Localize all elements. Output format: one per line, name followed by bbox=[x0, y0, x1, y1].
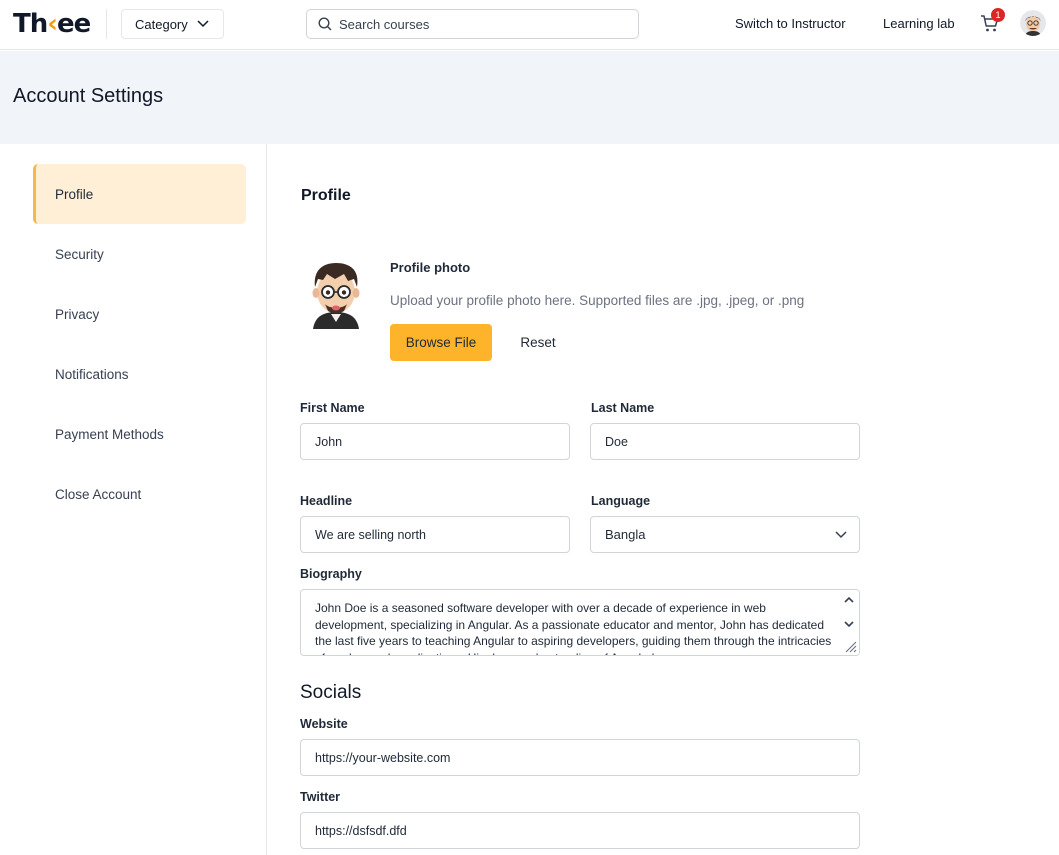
logo[interactable]: Th‹ee bbox=[13, 8, 91, 40]
switch-to-instructor-link[interactable]: Switch to Instructor bbox=[735, 16, 846, 31]
category-dropdown[interactable]: Category bbox=[121, 9, 224, 39]
biography-label: Biography bbox=[300, 567, 362, 581]
chevron-down-icon bbox=[197, 20, 209, 28]
biography-text: John Doe is a seasoned software develope… bbox=[315, 601, 832, 655]
language-label: Language bbox=[591, 494, 651, 508]
page-header: Account Settings bbox=[0, 51, 1059, 144]
logo-mark: ‹ bbox=[47, 9, 58, 39]
chevron-down-icon bbox=[835, 530, 847, 538]
learning-lab-link[interactable]: Learning lab bbox=[883, 16, 955, 31]
cart-count-badge: 1 bbox=[991, 8, 1005, 22]
resize-handle-icon[interactable] bbox=[843, 639, 857, 653]
settings-sidebar: Profile Security Privacy Notifications P… bbox=[0, 144, 267, 855]
sidebar-item-payment-methods[interactable]: Payment Methods bbox=[33, 404, 246, 464]
sidebar-item-security[interactable]: Security bbox=[33, 224, 246, 284]
first-name-input[interactable] bbox=[315, 434, 569, 449]
section-title: Profile bbox=[301, 187, 351, 204]
profile-panel: Profile Profile photo Upload your profil… bbox=[267, 144, 1059, 855]
browse-file-button[interactable]: Browse File bbox=[390, 324, 492, 361]
biography-textarea[interactable]: John Doe is a seasoned software develope… bbox=[300, 589, 860, 656]
search-input[interactable] bbox=[339, 16, 619, 32]
scroll-up-arrow-icon[interactable] bbox=[843, 594, 855, 606]
language-value: Bangla bbox=[605, 527, 646, 542]
profile-photo-label: Profile photo bbox=[390, 260, 471, 275]
last-name-label: Last Name bbox=[591, 401, 655, 415]
headline-input[interactable] bbox=[315, 527, 569, 542]
website-label: Website bbox=[300, 717, 348, 731]
page-title: Account Settings bbox=[13, 85, 164, 107]
last-name-input[interactable] bbox=[605, 434, 859, 449]
user-avatar[interactable] bbox=[1020, 10, 1046, 36]
language-select[interactable]: Bangla bbox=[590, 516, 860, 553]
profile-photo bbox=[312, 263, 360, 329]
sidebar-item-privacy[interactable]: Privacy bbox=[33, 284, 246, 344]
sidebar-item-profile[interactable]: Profile bbox=[33, 164, 246, 224]
website-field[interactable] bbox=[300, 739, 860, 776]
avatar-icon bbox=[1020, 10, 1046, 36]
headline-field[interactable] bbox=[300, 516, 570, 553]
reset-button[interactable]: Reset bbox=[506, 324, 570, 361]
nav-divider bbox=[106, 9, 107, 39]
profile-photo-help: Upload your profile photo here. Supporte… bbox=[390, 293, 805, 308]
sidebar-item-close-account[interactable]: Close Account bbox=[33, 464, 246, 524]
twitter-field[interactable] bbox=[300, 812, 860, 849]
sidebar-item-notifications[interactable]: Notifications bbox=[33, 344, 246, 404]
top-navbar: Th‹ee Category Switch to Instructor Lear… bbox=[0, 0, 1059, 50]
category-label: Category bbox=[135, 16, 188, 32]
first-name-field[interactable] bbox=[300, 423, 570, 460]
website-input[interactable] bbox=[315, 750, 859, 765]
headline-label: Headline bbox=[300, 494, 353, 508]
scroll-down-arrow-icon[interactable] bbox=[843, 618, 855, 630]
socials-title: Socials bbox=[300, 682, 362, 703]
twitter-input[interactable] bbox=[315, 823, 859, 838]
search-icon bbox=[318, 17, 332, 31]
twitter-label: Twitter bbox=[300, 790, 341, 804]
first-name-label: First Name bbox=[300, 401, 365, 415]
last-name-field[interactable] bbox=[590, 423, 860, 460]
search-bar[interactable] bbox=[306, 9, 639, 39]
